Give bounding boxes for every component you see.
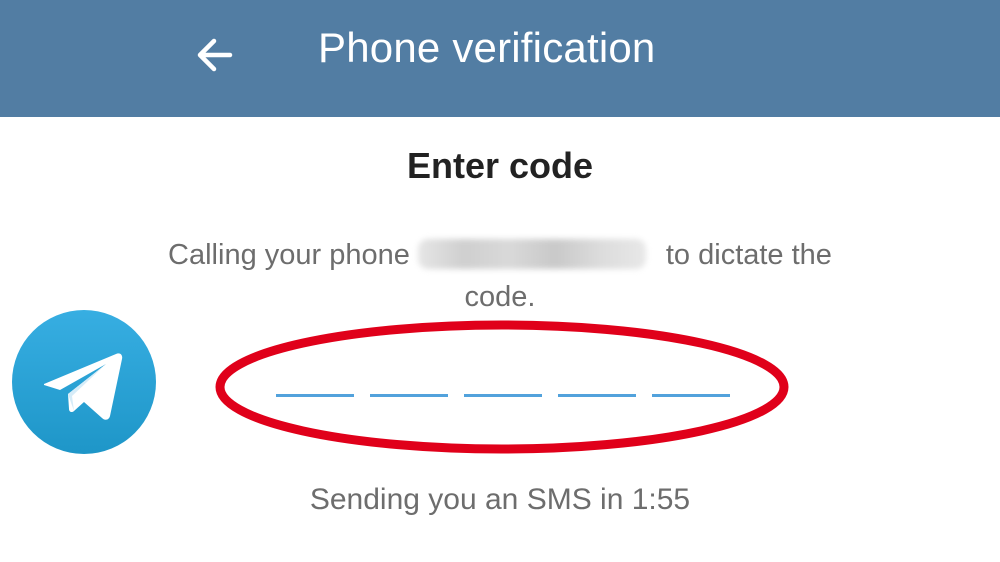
code-digit-4[interactable] xyxy=(558,394,636,397)
app-bar: Phone verification xyxy=(0,0,1000,117)
code-digit-3[interactable] xyxy=(464,394,542,397)
code-digit-5[interactable] xyxy=(652,394,730,397)
arrow-left-icon xyxy=(197,38,233,72)
enter-code-heading: Enter code xyxy=(406,145,594,186)
redacted-phone-number xyxy=(417,239,646,269)
code-digit-1[interactable] xyxy=(276,394,354,397)
phone-verification-screen: Phone verification Enter code Calling yo… xyxy=(0,0,1000,562)
call-description: Calling your phone to dictate the code. xyxy=(140,234,860,318)
telegram-logo-icon xyxy=(10,308,158,456)
code-input[interactable] xyxy=(270,380,740,410)
code-digit-2[interactable] xyxy=(370,394,448,397)
back-button[interactable] xyxy=(188,28,242,82)
sms-countdown-text: Sending you an SMS in 1:55 xyxy=(309,483,691,516)
page-title: Phone verification xyxy=(318,24,656,71)
description-prefix: Calling your phone xyxy=(168,239,410,271)
